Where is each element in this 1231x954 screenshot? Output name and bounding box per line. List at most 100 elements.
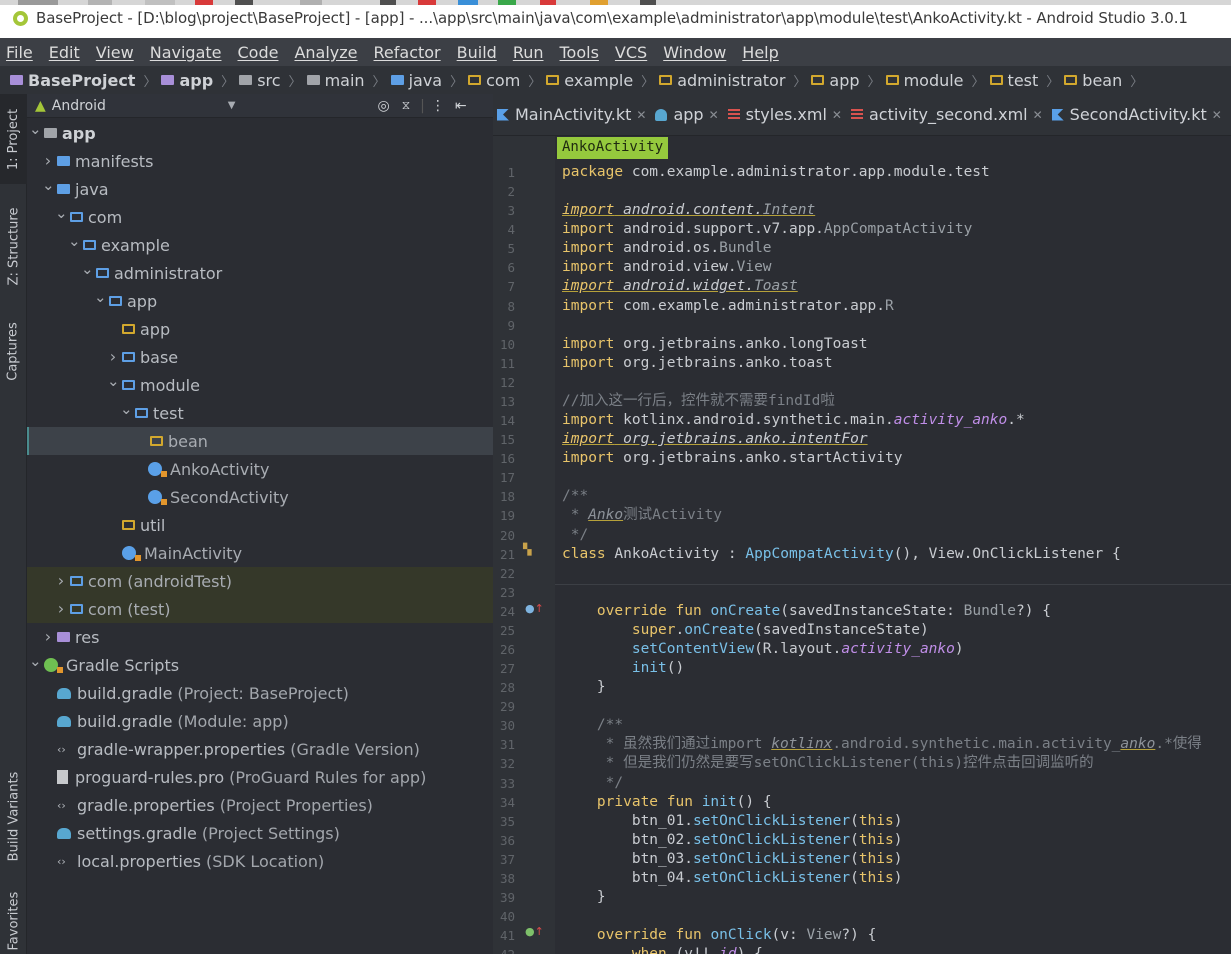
breadcrumb-item-module[interactable]: module [885,71,964,90]
tree-item-util[interactable]: util [27,511,493,539]
tab-styles-xml[interactable]: styles.xml ✕ [724,105,847,124]
chevron-down-icon[interactable]: ⌄ [120,400,133,418]
menu-code[interactable]: Code [238,43,279,62]
tab-secondactivity-kt[interactable]: SecondActivity.kt ✕ [1048,105,1227,124]
tree-item-com-androidtest[interactable]: › com (androidTest) [27,567,493,595]
code-line[interactable]: 14 import kotlinx.android.synthetic.main.… [493,411,1231,430]
chevron-down-icon[interactable]: ⌄ [107,372,120,390]
override-gutter-icon[interactable]: ●↑ [525,602,544,615]
tree-item-settings-gradle[interactable]: settings.gradle (Project Settings) [27,819,493,847]
menu-file[interactable]: File [6,43,33,62]
code-line[interactable]: 28 } [493,678,1231,697]
code-line[interactable]: 36 btn_02.setOnClickListener(this) [493,831,1231,850]
close-icon[interactable]: ✕ [709,108,719,122]
tree-item-com-test[interactable]: › com (test) [27,595,493,623]
code-line[interactable]: 32 * 但是我们仍然是要写setOnClickListener(this)控件… [493,754,1231,773]
tree-item-gradle-wrapper-properties[interactable]: ‹› gradle-wrapper.properties (Gradle Versi… [27,735,493,763]
code-line[interactable]: 29 [493,697,1231,716]
code-line[interactable]: 38 btn_04.setOnClickListener(this) [493,869,1231,888]
breadcrumb-item-java[interactable]: java [390,71,442,90]
chevron-down-icon[interactable]: ⌄ [81,260,94,278]
chevron-down-icon[interactable]: ⌄ [29,120,42,138]
tab-app[interactable]: app ✕ [651,105,723,124]
tree-item-administrator[interactable]: ⌄ administrator [27,259,493,287]
target-icon[interactable]: ◎ [377,98,389,114]
code-line[interactable]: 37 btn_03.setOnClickListener(this) [493,850,1231,869]
class-gutter-icon[interactable]: ▚ [523,543,531,556]
breadcrumb-item-app[interactable]: app [161,71,213,90]
code-line[interactable]: 33 */ [493,774,1231,793]
tree-item-res[interactable]: › res [27,623,493,651]
code-line[interactable]: 42 when (v!!.id) { [493,945,1231,954]
code-line[interactable]: 26 setContentView(R.layout.activity_anko… [493,640,1231,659]
tab-mainactivity-kt[interactable]: MainActivity.kt ✕ [493,105,651,124]
close-icon[interactable]: ✕ [1033,108,1043,122]
menu-vcs[interactable]: VCS [615,43,647,62]
code-line[interactable]: 10 import org.jetbrains.anko.longToast [493,335,1231,354]
breadcrumb-item-src[interactable]: src [239,71,281,90]
tree-item-mainactivity[interactable]: MainActivity [27,539,493,567]
code-line[interactable]: 18 /** [493,487,1231,506]
code-line[interactable]: 7 import android.widget.Toast [493,277,1231,296]
tab-build-variants[interactable]: Build Variants [0,759,27,874]
chevron-down-icon[interactable]: ⌄ [94,288,107,306]
tree-item-test[interactable]: ⌄ test [27,399,493,427]
code-line[interactable]: 20 */ [493,526,1231,545]
code-line[interactable]: 40 [493,907,1231,926]
code-line[interactable]: 2 [493,182,1231,201]
code-editor[interactable]: 1 package com.example.administrator.app.m… [493,136,1231,954]
chevron-right-icon[interactable]: › [42,627,54,646]
breadcrumb-item-app-package[interactable]: app [811,71,860,90]
menu-window[interactable]: Window [663,43,726,62]
breadcrumb-item-administrator[interactable]: administrator [659,71,785,90]
code-line[interactable]: 3 import android.content.Intent [493,201,1231,220]
tree-item-app[interactable]: ⌄ app [27,287,493,315]
code-line[interactable]: 34 private fun init() { [493,793,1231,812]
code-line[interactable]: 17 [493,468,1231,487]
code-line[interactable]: 9 [493,316,1231,335]
code-line[interactable]: 11 import org.jetbrains.anko.toast [493,354,1231,373]
chevron-right-icon[interactable]: › [55,599,67,618]
tree-item-gradle-scripts[interactable]: ⌄ Gradle Scripts [27,651,493,679]
breadcrumb-item-test[interactable]: test [989,71,1038,90]
code-line[interactable]: 15 import org.jetbrains.anko.intentFor [493,430,1231,449]
override-gutter-icon[interactable]: ●↑ [525,925,544,938]
code-line[interactable]: 5 import android.os.Bundle [493,239,1231,258]
tree-item-example[interactable]: ⌄ example [27,231,493,259]
tab-activity-second-xml[interactable]: activity_second.xml ✕ [847,105,1048,124]
tree-item-secondactivity[interactable]: SecondActivity [27,483,493,511]
chevron-down-icon[interactable]: ⌄ [42,176,55,194]
breadcrumb-item-com[interactable]: com [468,71,520,90]
menu-run[interactable]: Run [513,43,544,62]
code-line[interactable]: 30 /** [493,716,1231,735]
breadcrumb-class-pill[interactable]: AnkoActivity [557,137,669,159]
chevron-right-icon[interactable]: › [55,571,67,590]
tree-item-app[interactable]: ⌄ app [27,119,493,147]
close-icon[interactable]: ✕ [636,108,646,122]
tree-item-bean[interactable]: bean [27,427,493,455]
code-line[interactable]: 13 //加入这一行后，控件就不需要findId啦 [493,392,1231,411]
menu-help[interactable]: Help [742,43,778,62]
more-tabs-icon[interactable] [1227,108,1231,121]
code-line[interactable]: 21 class AnkoActivity : AppCompatActivity… [493,545,1231,564]
chevron-down-icon[interactable]: ▼ [228,100,236,111]
code-line[interactable]: 31 * 虽然我们通过import kotlinx.android.synthe… [493,735,1231,754]
tree-item-build-gradle[interactable]: build.gradle (Project: BaseProject) [27,679,493,707]
view-mode-select[interactable]: Android [52,98,228,114]
tree-item-module[interactable]: ⌄ module [27,371,493,399]
code-line[interactable]: 8 import com.example.administrator.app.R [493,297,1231,316]
code-line[interactable]: 25 super.onCreate(savedInstanceState) [493,621,1231,640]
tree-item-java[interactable]: ⌄ java [27,175,493,203]
tree-item-manifests[interactable]: › manifests [27,147,493,175]
close-icon[interactable]: ✕ [1212,108,1222,122]
tab-favorites[interactable]: 2: Favorites [0,884,27,954]
breadcrumb-item-main[interactable]: main [306,71,365,90]
breadcrumb-item-bean[interactable]: bean [1064,71,1122,90]
chevron-down-icon[interactable]: ⌄ [55,204,68,222]
tree-item-base[interactable]: › base [27,343,493,371]
tree-item-local-properties[interactable]: ‹› local.properties (SDK Location) [27,847,493,875]
tab-structure[interactable]: Z: Structure [0,194,27,299]
breadcrumb-item-baseproject[interactable]: BaseProject [10,71,135,90]
tree-item-proguard-rules-pro[interactable]: proguard-rules.pro (ProGuard Rules for ap… [27,763,493,791]
tree-item-gradle-properties[interactable]: ‹› gradle.properties (Project Properties) [27,791,493,819]
